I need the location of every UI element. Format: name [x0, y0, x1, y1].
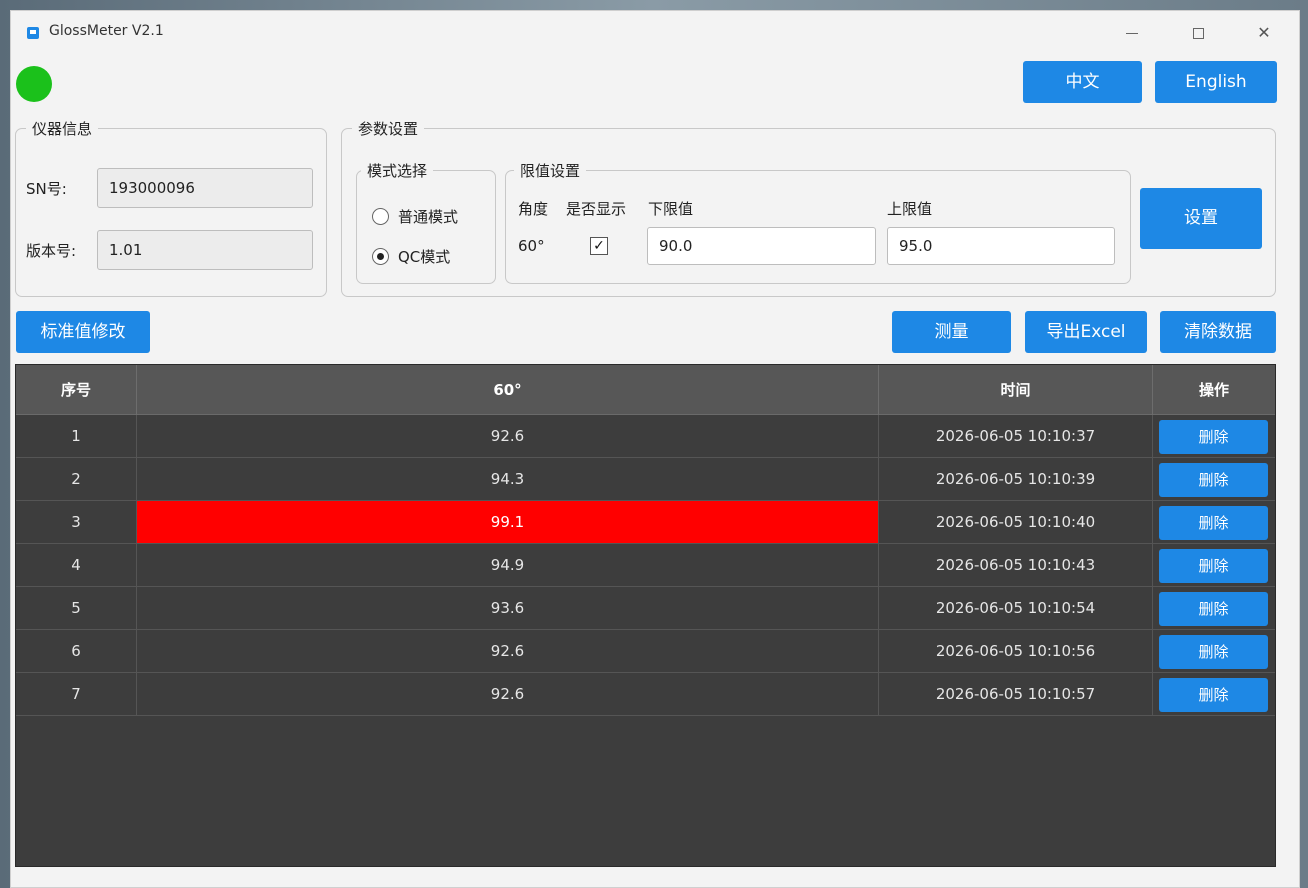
row-action: 删除 — [1153, 587, 1275, 629]
row-index: 2 — [16, 458, 137, 500]
export-excel-button[interactable]: 导出Excel — [1025, 311, 1147, 353]
row-index: 4 — [16, 544, 137, 586]
results-table: 序号 60° 时间 操作 1 92.6 2026-06-05 10:10:37 … — [15, 364, 1276, 867]
angle-header: 角度 — [518, 200, 549, 218]
minimize-icon — [1126, 33, 1138, 34]
upper-limit-input[interactable]: 95.0 — [887, 227, 1115, 265]
mode-qc-radio[interactable] — [372, 248, 389, 265]
lower-limit-input[interactable]: 90.0 — [647, 227, 876, 265]
mode-select-title: 模式选择 — [367, 162, 428, 180]
params-title: 参数设置 — [358, 120, 419, 138]
window-title: GlossMeter V2.1 — [49, 23, 164, 39]
row-time: 2026-06-05 10:10:57 — [879, 673, 1153, 715]
maximize-button[interactable] — [1175, 17, 1221, 49]
row-action: 删除 — [1153, 544, 1275, 586]
language-english-button[interactable]: English — [1155, 61, 1277, 103]
row-action: 删除 — [1153, 415, 1275, 457]
table-row[interactable]: 6 92.6 2026-06-05 10:10:56 删除 — [16, 630, 1275, 673]
version-label: 版本号: — [26, 242, 77, 260]
angle-value: 60° — [518, 237, 545, 255]
delete-button[interactable]: 删除 — [1159, 506, 1268, 540]
row-index: 7 — [16, 673, 137, 715]
row-index: 3 — [16, 501, 137, 543]
title-bar[interactable]: GlossMeter V2.1 ✕ — [11, 11, 1299, 55]
minimize-button[interactable] — [1109, 17, 1155, 49]
language-chinese-button[interactable]: 中文 — [1023, 61, 1142, 103]
display-checkbox[interactable]: ✓ — [590, 237, 608, 255]
row-index: 6 — [16, 630, 137, 672]
row-action: 删除 — [1153, 673, 1275, 715]
delete-button[interactable]: 删除 — [1159, 463, 1268, 497]
row-value: 92.6 — [137, 415, 879, 457]
row-time: 2026-06-05 10:10:39 — [879, 458, 1153, 500]
row-time: 2026-06-05 10:10:43 — [879, 544, 1153, 586]
limit-settings-group: 限值设置 — [505, 160, 1131, 284]
row-action: 删除 — [1153, 630, 1275, 672]
row-value: 92.6 — [137, 630, 879, 672]
close-button[interactable]: ✕ — [1241, 17, 1287, 49]
maximize-icon — [1192, 28, 1204, 39]
delete-button[interactable]: 删除 — [1159, 592, 1268, 626]
mode-qc-label: QC模式 — [398, 248, 451, 266]
limit-settings-title: 限值设置 — [520, 162, 581, 180]
row-action: 删除 — [1153, 501, 1275, 543]
row-value-out-of-range: 99.1 — [137, 501, 879, 543]
row-index: 1 — [16, 415, 137, 457]
row-time: 2026-06-05 10:10:40 — [879, 501, 1153, 543]
set-button[interactable]: 设置 — [1140, 188, 1262, 249]
clear-data-button[interactable]: 清除数据 — [1160, 311, 1276, 353]
row-value: 93.6 — [137, 587, 879, 629]
row-time: 2026-06-05 10:10:56 — [879, 630, 1153, 672]
lower-limit-header: 下限值 — [648, 200, 694, 218]
row-time: 2026-06-05 10:10:37 — [879, 415, 1153, 457]
delete-button[interactable]: 删除 — [1159, 420, 1268, 454]
row-value: 94.9 — [137, 544, 879, 586]
sn-field[interactable]: 193000096 — [97, 168, 313, 208]
table-row[interactable]: 7 92.6 2026-06-05 10:10:57 删除 — [16, 673, 1275, 716]
delete-button[interactable]: 删除 — [1159, 678, 1268, 712]
edit-standard-button[interactable]: 标准值修改 — [16, 311, 150, 353]
table-row[interactable]: 3 99.1 2026-06-05 10:10:40 删除 — [16, 501, 1275, 544]
row-action: 删除 — [1153, 458, 1275, 500]
header-time[interactable]: 时间 — [879, 365, 1153, 415]
sn-label: SN号: — [26, 180, 67, 198]
display-header: 是否显示 — [566, 200, 627, 218]
app-icon — [27, 27, 39, 39]
header-value[interactable]: 60° — [137, 365, 879, 415]
table-row[interactable]: 2 94.3 2026-06-05 10:10:39 删除 — [16, 458, 1275, 501]
table-header: 序号 60° 时间 操作 — [16, 365, 1275, 415]
connection-status-indicator — [16, 66, 52, 102]
delete-button[interactable]: 删除 — [1159, 549, 1268, 583]
row-index: 5 — [16, 587, 137, 629]
device-info-title: 仪器信息 — [32, 120, 93, 138]
close-icon: ✕ — [1257, 23, 1271, 42]
upper-limit-header: 上限值 — [887, 200, 933, 218]
mode-normal-radio[interactable] — [372, 208, 389, 225]
table-row[interactable]: 4 94.9 2026-06-05 10:10:43 删除 — [16, 544, 1275, 587]
table-row[interactable]: 5 93.6 2026-06-05 10:10:54 删除 — [16, 587, 1275, 630]
delete-button[interactable]: 删除 — [1159, 635, 1268, 669]
row-time: 2026-06-05 10:10:54 — [879, 587, 1153, 629]
row-value: 94.3 — [137, 458, 879, 500]
measure-button[interactable]: 测量 — [892, 311, 1011, 353]
row-value: 92.6 — [137, 673, 879, 715]
header-index[interactable]: 序号 — [16, 365, 137, 415]
mode-normal-label: 普通模式 — [398, 208, 459, 226]
header-action[interactable]: 操作 — [1153, 365, 1275, 415]
version-field[interactable]: 1.01 — [97, 230, 313, 270]
table-row[interactable]: 1 92.6 2026-06-05 10:10:37 删除 — [16, 415, 1275, 458]
